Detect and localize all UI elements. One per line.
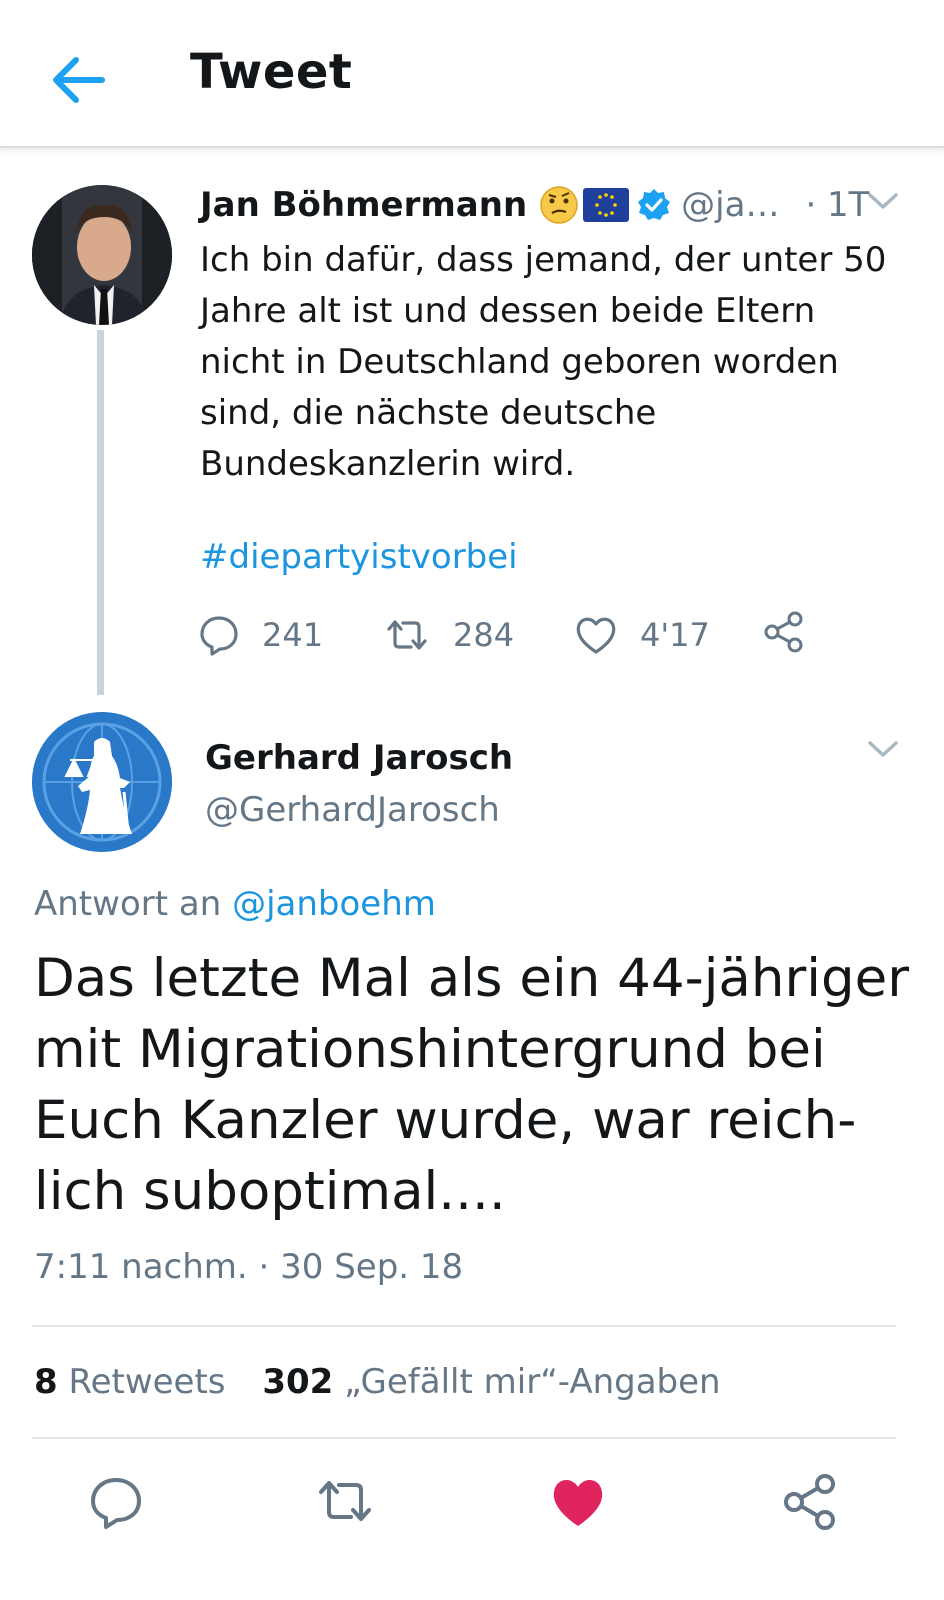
divider [32,1437,896,1439]
heart-outline-icon [576,617,616,654]
retweet-button[interactable]: 284 [383,610,514,660]
share-icon[interactable] [780,1472,840,1532]
retweet-icon[interactable] [315,1472,375,1532]
retweet-icon [387,620,427,650]
arrow-left-icon[interactable] [48,50,108,110]
engagement-stats: 8 Retweets 302 „Gefällt mir“-Angaben [34,1362,721,1402]
retweets-stat-count: 8 [34,1362,58,1402]
top-bar: Tweet [0,0,944,148]
reply-icon[interactable] [86,1472,146,1532]
like-button[interactable]: 4'17 [574,610,710,660]
chevron-down-icon[interactable] [866,738,900,760]
author-name[interactable]: Gerhard Jarosch [205,738,513,778]
author-handle[interactable]: @ja… [681,185,779,225]
chevron-down-icon[interactable] [866,190,900,212]
face-emoji-icon [540,186,578,224]
likes-stat-label: „Gefällt mir“-Angaben [344,1362,721,1402]
reply-icon [200,616,238,656]
share-icon[interactable] [762,610,806,654]
retweet-count: 284 [453,616,515,654]
verified-icon [638,189,671,220]
eu-flag-icon [583,188,630,222]
tweet-text: Das letzte Mal als ein 44-jähriger mit M… [34,948,910,1222]
reply-to-label: Antwort an [34,884,222,924]
page-title: Tweet [190,44,353,100]
avatar[interactable] [32,185,172,325]
justitia-logo [32,712,172,852]
like-count: 4'17 [640,616,710,654]
divider [32,1325,896,1327]
reply-button[interactable]: 241 [198,610,323,660]
hashtag-link[interactable]: #diepartyistvorbei [200,537,518,577]
tweet-text: Ich bin dafür, dass jemand, der unter 50… [200,240,887,484]
tweet-time: · 1T [805,185,870,225]
retweets-stat-label: Retweets [68,1362,226,1402]
tweet-timestamp: 7:11 nachm. · 30 Sep. 18 [34,1247,464,1287]
profile-photo [32,185,172,325]
reply-to-handle-link[interactable]: @janboehm [232,884,436,924]
likes-stat-count: 302 [262,1362,334,1402]
likes-stat[interactable]: 302 „Gefällt mir“-Angaben [262,1362,720,1402]
tweet-header: Jan Böhmermann @ja… · 1T [200,183,869,227]
reply-count: 241 [262,616,324,654]
author-name[interactable]: Jan Böhmermann [200,185,527,225]
reply-context: Antwort an @janboehm [34,884,436,924]
heart-filled-icon[interactable] [548,1472,608,1532]
thread-line [97,330,104,695]
author-handle[interactable]: @GerhardJarosch [205,790,500,830]
avatar[interactable] [32,712,172,852]
retweets-stat[interactable]: 8 Retweets [34,1362,226,1402]
